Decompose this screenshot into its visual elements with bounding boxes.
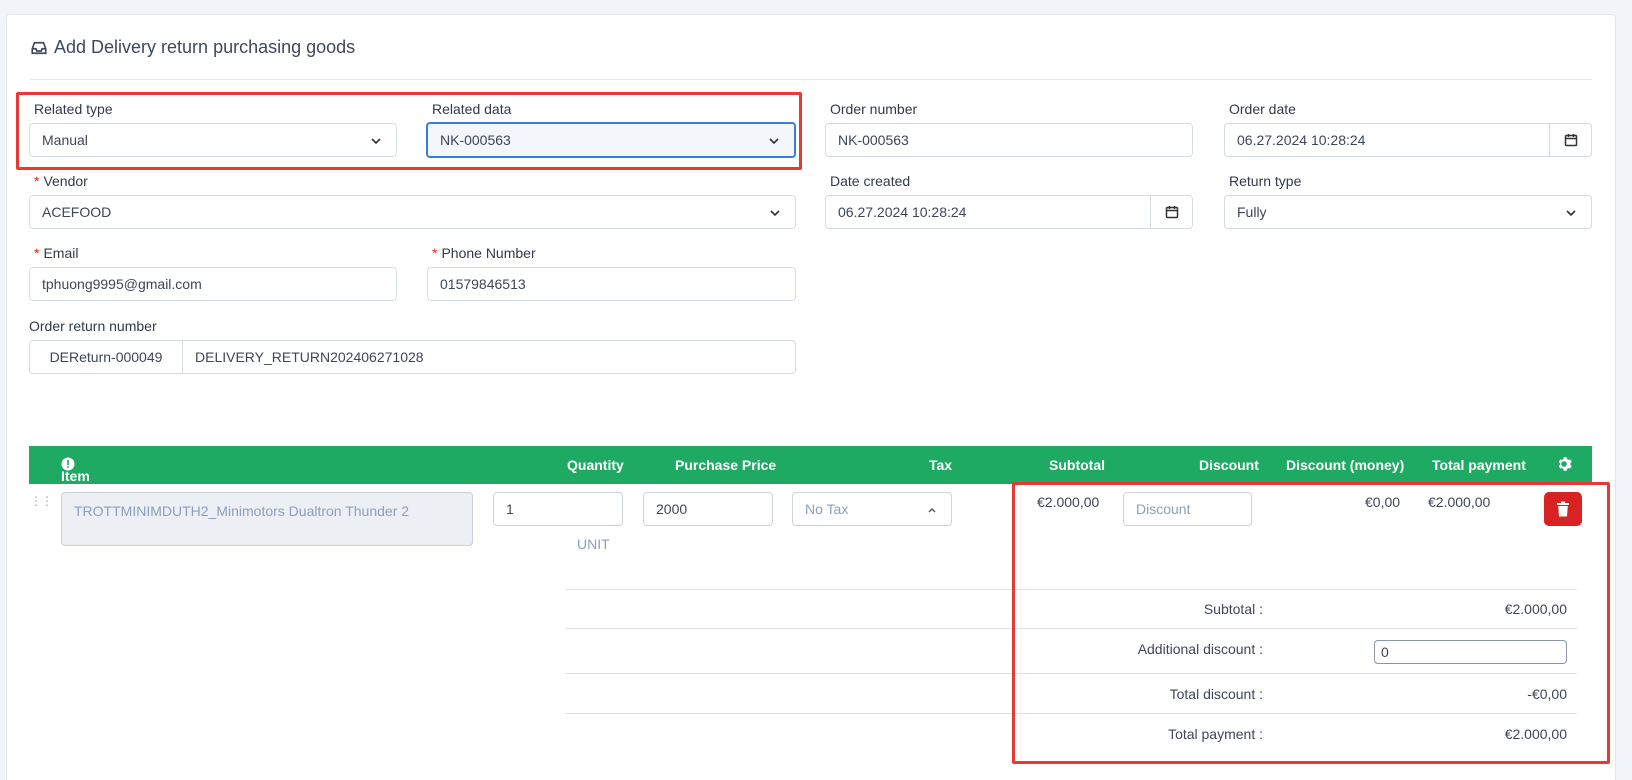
page-title: Add Delivery return purchasing goods	[30, 37, 355, 58]
subtotal-column-header: Subtotal	[1049, 457, 1105, 473]
vendor-select[interactable]: ACEFOOD	[29, 195, 796, 229]
item-textarea[interactable]: TROTTMINIMDUTH2_Minimotors Dualtron Thun…	[61, 492, 473, 546]
quantity-input[interactable]: 1	[493, 492, 623, 526]
chevron-down-icon	[1566, 210, 1576, 217]
gear-icon	[1558, 457, 1572, 471]
email-label: * Email	[34, 245, 79, 261]
settings-button[interactable]	[1556, 456, 1572, 475]
discount-money-column-header: Discount (money)	[1286, 457, 1405, 473]
highlight-box-related	[16, 92, 802, 170]
phone-input[interactable]: 01579846513	[427, 267, 796, 301]
date-created-input[interactable]: 06.27.2024 10:28:24	[825, 195, 1193, 229]
email-input[interactable]: tphuong9995@gmail.com	[29, 267, 397, 301]
quantity-column-header: Quantity	[567, 457, 624, 473]
order-return-prefix: DEReturn-000049	[29, 340, 183, 374]
order-number-label: Order number	[830, 101, 918, 117]
order-return-number-label: Order return number	[29, 318, 157, 334]
order-date-input[interactable]: 06.27.2024 10:28:24	[1224, 123, 1592, 157]
inbox-icon	[31, 41, 47, 54]
phone-label: * Phone Number	[432, 245, 536, 261]
return-type-label: Return type	[1229, 173, 1302, 189]
calendar-icon	[1165, 206, 1178, 219]
return-type-select[interactable]: Fully	[1224, 195, 1592, 229]
calendar-icon	[1564, 134, 1577, 147]
tax-column-header: Tax	[929, 457, 953, 473]
item-column-header: Item	[61, 457, 90, 484]
price-input[interactable]: 2000	[643, 492, 773, 526]
date-created-label: Date created	[830, 173, 911, 189]
calendar-button[interactable]	[1549, 124, 1591, 156]
order-number-input[interactable]: NK-000563	[825, 123, 1193, 157]
vendor-label: * Vendor	[34, 173, 88, 189]
total-payment-column-header: Total payment	[1432, 457, 1526, 473]
calendar-button[interactable]	[1150, 196, 1192, 228]
purchase-price-column-header: Purchase Price	[675, 457, 777, 473]
unit-label: UNIT	[577, 536, 610, 552]
title-divider	[30, 79, 1592, 80]
items-table-header: Item Quantity Purchase Price Tax Subtota…	[29, 446, 1592, 484]
drag-handle[interactable]: ⋮⋮	[30, 494, 53, 508]
order-date-label: Order date	[1229, 101, 1296, 117]
chevron-up-icon	[928, 508, 936, 513]
discount-column-header: Discount	[1199, 457, 1259, 473]
highlight-box-summary	[1012, 482, 1610, 764]
tax-select[interactable]: No Tax	[792, 492, 952, 526]
chevron-down-icon	[770, 210, 780, 217]
order-return-number-input[interactable]: DELIVERY_RETURN202406271028	[182, 340, 796, 374]
